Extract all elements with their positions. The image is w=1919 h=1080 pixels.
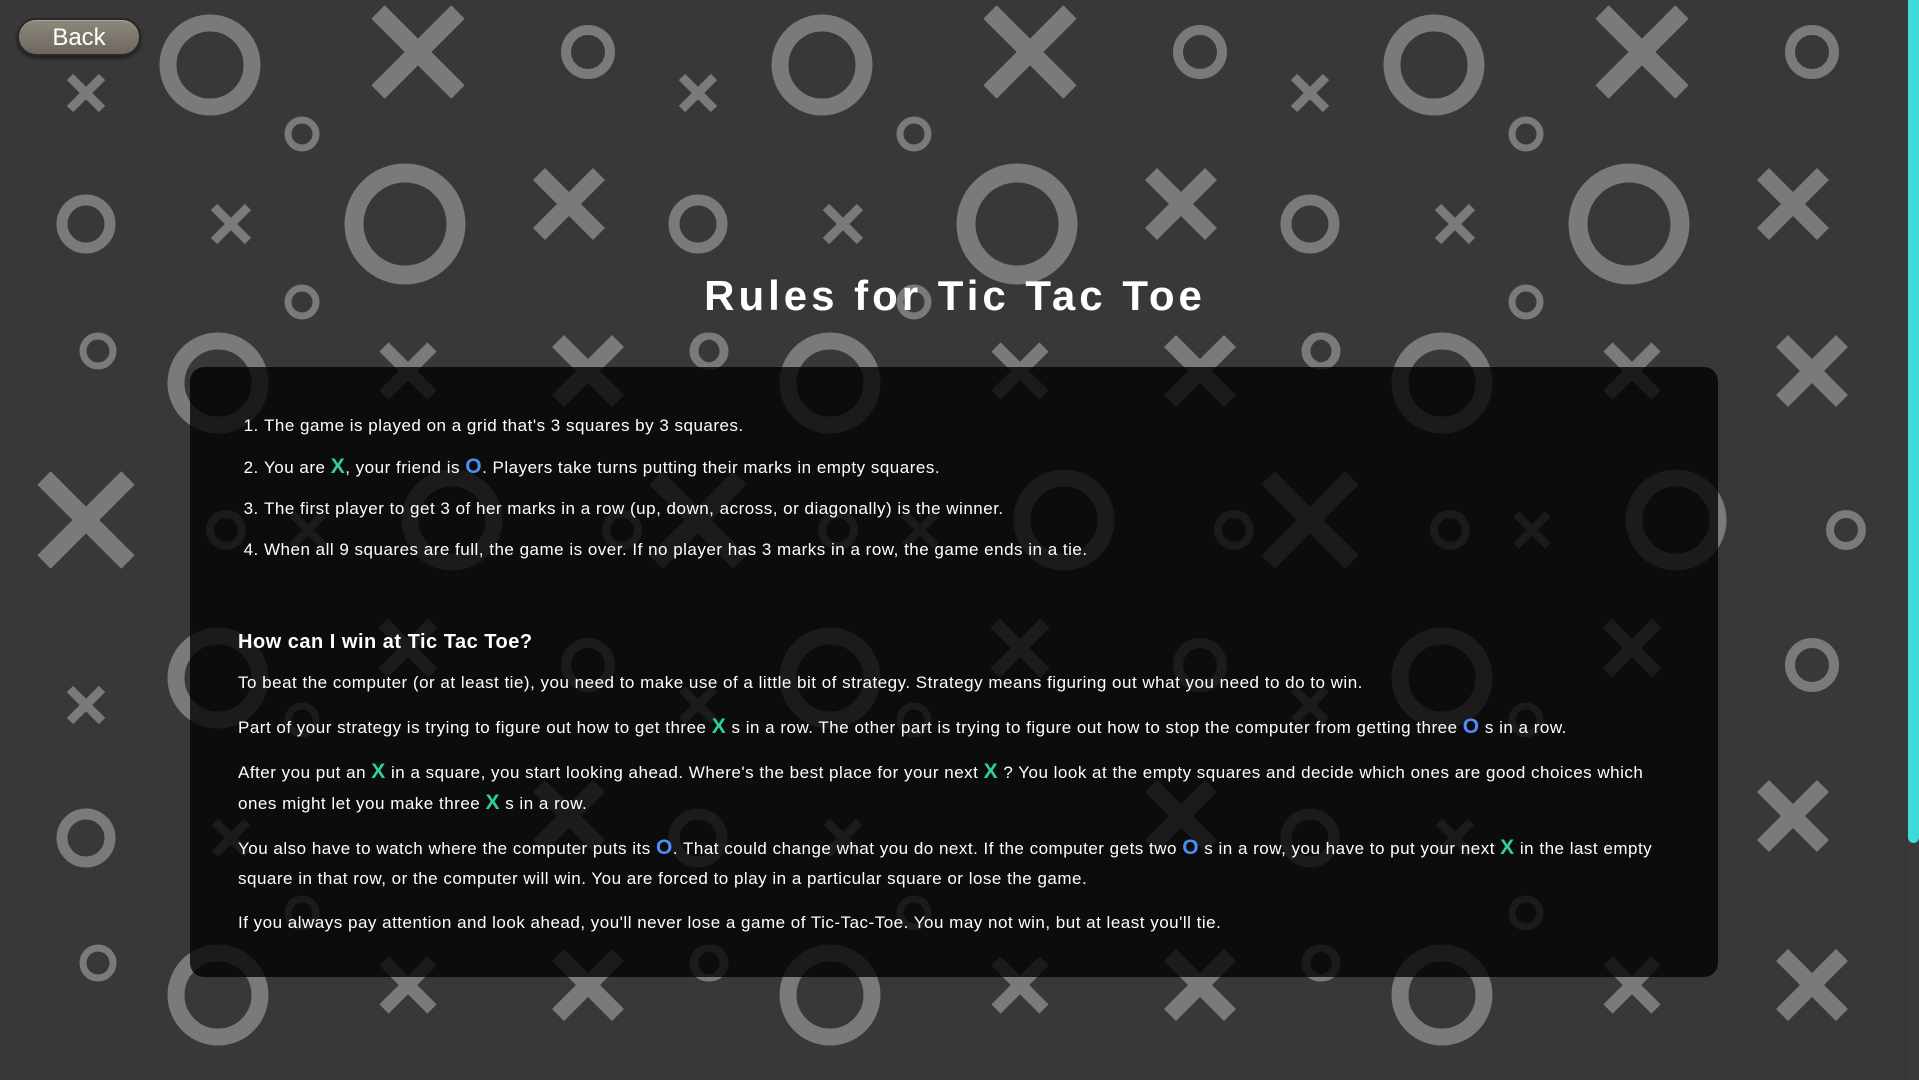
strategy-heading: How can I win at Tic Tac Toe? bbox=[238, 631, 533, 653]
x-mark-icon bbox=[1756, 779, 1830, 853]
x-mark-icon bbox=[1290, 73, 1330, 113]
o-mark-icon bbox=[159, 14, 261, 116]
x-mark: X bbox=[485, 791, 500, 814]
o-mark-icon bbox=[79, 332, 117, 370]
x-mark: X bbox=[983, 760, 999, 783]
x-mark-icon bbox=[532, 167, 606, 241]
o-mark-icon bbox=[1173, 25, 1227, 79]
o-mark-icon bbox=[1568, 163, 1690, 285]
rules-panel: The game is played on a grid that's 3 sq… bbox=[190, 367, 1718, 977]
x-mark: X bbox=[711, 715, 727, 738]
page-title: Rules for Tic Tac Toe bbox=[704, 272, 1206, 319]
x-mark-icon bbox=[822, 203, 864, 245]
x-mark-icon bbox=[678, 73, 718, 113]
o-mark-icon bbox=[956, 163, 1078, 285]
o-mark-icon bbox=[1785, 25, 1839, 79]
x-mark-icon bbox=[66, 73, 106, 113]
o-mark-icon bbox=[344, 163, 466, 285]
scrollbar-thumb[interactable] bbox=[1908, 0, 1919, 843]
x-mark-icon bbox=[371, 5, 465, 99]
rule-item-1: The game is played on a grid that's 3 sq… bbox=[264, 415, 1670, 437]
o-mark: O bbox=[465, 455, 483, 478]
x-mark-icon bbox=[1756, 167, 1830, 241]
o-mark-icon bbox=[284, 116, 320, 152]
o-mark-icon bbox=[896, 116, 932, 152]
rules-list: The game is played on a grid that's 3 sq… bbox=[238, 415, 1670, 561]
strategy-paragraph-3: After you put an X in a square, you star… bbox=[238, 760, 1644, 814]
o-mark-icon bbox=[1508, 116, 1544, 152]
o-mark-icon bbox=[56, 194, 116, 254]
x-mark-icon bbox=[37, 471, 135, 569]
x-mark-icon bbox=[1144, 167, 1218, 241]
o-mark: O bbox=[1182, 836, 1200, 859]
rule-item-2: You are X, your friend is O. Players tak… bbox=[264, 456, 1670, 479]
o-mark-icon bbox=[668, 194, 728, 254]
strategy-paragraph-2: Part of your strategy is trying to figur… bbox=[238, 715, 1567, 738]
x-mark-icon bbox=[983, 5, 1077, 99]
o-mark-icon bbox=[56, 808, 116, 868]
x-mark: X bbox=[371, 760, 386, 783]
o-mark-icon bbox=[1826, 510, 1866, 550]
x-mark-icon bbox=[1595, 5, 1689, 99]
x-mark-icon bbox=[1775, 948, 1849, 1022]
o-mark-icon bbox=[1785, 638, 1839, 692]
strategy-paragraph-1: To beat the computer (or at least tie), … bbox=[238, 673, 1363, 692]
rule-item-4: When all 9 squares are full, the game is… bbox=[264, 539, 1670, 561]
o-mark-icon bbox=[1383, 14, 1485, 116]
o-mark-icon bbox=[561, 25, 615, 79]
x-mark-icon bbox=[1775, 334, 1849, 408]
x-mark-icon bbox=[1434, 203, 1476, 245]
back-button[interactable]: Back bbox=[17, 18, 141, 56]
strategy-paragraph-4: You also have to watch where the compute… bbox=[238, 836, 1653, 888]
o-mark-icon bbox=[1280, 194, 1340, 254]
o-mark-icon bbox=[771, 14, 873, 116]
rule-item-3: The first player to get 3 of her marks i… bbox=[264, 498, 1670, 520]
x-mark-icon bbox=[210, 203, 252, 245]
x-mark-icon bbox=[66, 685, 106, 725]
o-mark-icon bbox=[79, 944, 117, 982]
x-mark: X bbox=[330, 455, 346, 478]
o-mark: O bbox=[656, 836, 673, 859]
x-mark: X bbox=[1500, 836, 1515, 859]
o-mark: O bbox=[1462, 715, 1480, 738]
strategy-paragraph-5: If you always pay attention and look ahe… bbox=[238, 913, 1222, 932]
